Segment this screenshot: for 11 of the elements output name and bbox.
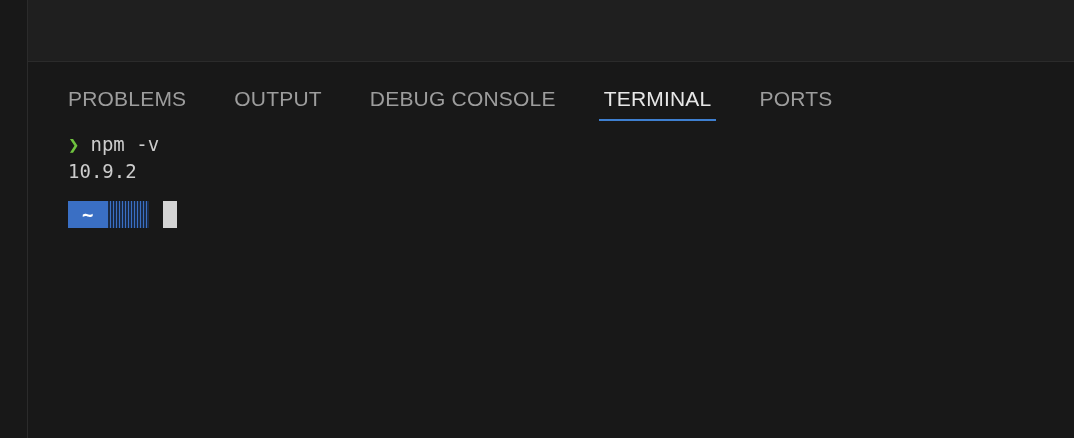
panel-tab[interactable]: OUTPUT xyxy=(229,83,327,121)
command-text: npm -v xyxy=(90,132,160,157)
panel-tab[interactable]: TERMINAL xyxy=(598,83,717,121)
panel-tab[interactable]: PROBLEMS xyxy=(63,83,192,121)
prompt-symbol: ❯ xyxy=(68,132,80,157)
output-text: 10.9.2 xyxy=(68,159,137,184)
panel-tab[interactable]: PORTS xyxy=(754,83,838,121)
prompt-segment: ~ xyxy=(68,201,108,228)
prompt-separator-icon xyxy=(107,201,150,228)
panel-tab[interactable]: DEBUG CONSOLE xyxy=(364,83,561,121)
terminal-cursor xyxy=(163,201,178,228)
